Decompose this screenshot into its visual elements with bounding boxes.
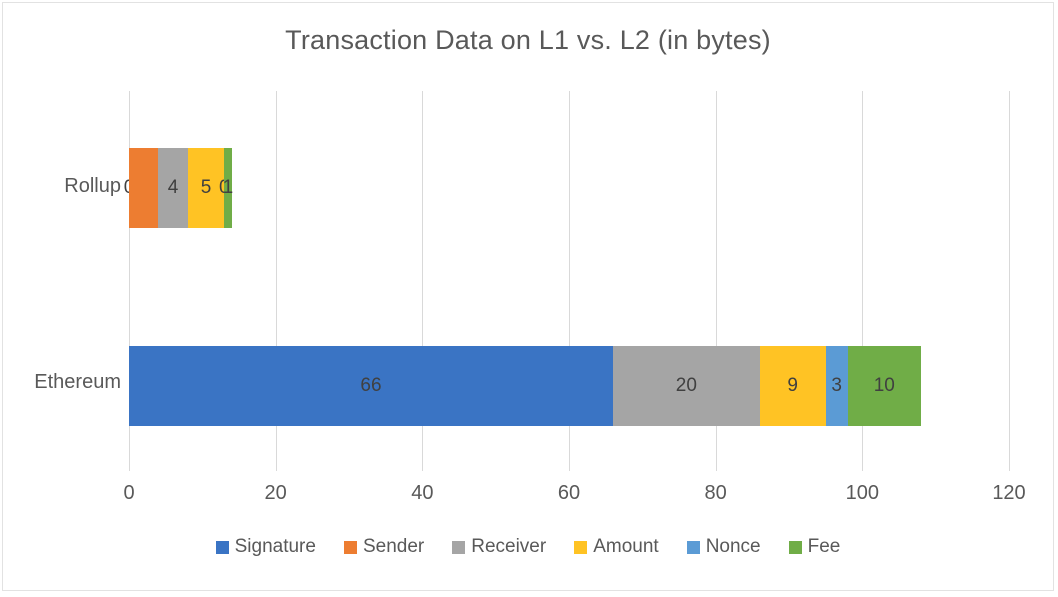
legend-swatch-icon	[343, 540, 357, 554]
bar-segment-amount[interactable]: 9	[759, 346, 826, 426]
category-label-rollup: Rollup	[64, 175, 121, 197]
bar-value-label: 1	[222, 177, 234, 198]
bar-value-label: 9	[787, 375, 798, 396]
bar-segment-nonce[interactable]: 3	[825, 346, 848, 426]
bar-value-label: 10	[873, 375, 895, 396]
legend-label: Amount	[593, 536, 659, 557]
legend-label: Fee	[807, 536, 841, 557]
bar-series-rollup[interactable]: 04501	[124, 148, 234, 228]
x-tick-label-60: 60	[557, 482, 581, 504]
bar-value-label: 66	[360, 375, 382, 396]
legend-item-signature[interactable]: Signature	[215, 536, 316, 558]
chart-container: Transaction Data on L1 vs. L2 (in bytes)…	[2, 2, 1054, 591]
x-tick-label-80: 80	[704, 482, 727, 504]
bar-segment-receiver[interactable]: 4	[158, 148, 188, 228]
bar-segment-receiver[interactable]: 20	[613, 346, 760, 426]
legend-label: Sender	[362, 536, 425, 557]
bar-segment-signature[interactable]: 66	[129, 346, 613, 426]
plot-area: 04501 66 20 9 3 10	[124, 91, 1010, 471]
category-label-ethereum: Ethereum	[34, 371, 121, 393]
legend-label: Signature	[234, 536, 316, 557]
bar-segment-fee[interactable]: 1	[222, 148, 234, 228]
gridline-120	[1009, 91, 1010, 471]
legend-label: Nonce	[705, 536, 761, 557]
legend-swatch-icon	[574, 540, 588, 554]
x-tick-label-20: 20	[264, 482, 287, 504]
x-tick-label-120: 120	[992, 482, 1026, 504]
bar-value-label: 4	[167, 177, 179, 198]
legend-item-fee[interactable]: Fee	[788, 536, 841, 558]
bar-value-label: 5	[200, 177, 212, 198]
chart-title: Transaction Data on L1 vs. L2 (in bytes)	[285, 25, 771, 55]
x-tick-label-0: 0	[123, 482, 135, 504]
x-tick-label-40: 40	[411, 482, 434, 504]
legend-swatch-icon	[452, 540, 466, 554]
bar-value-label: 20	[675, 375, 697, 396]
legend-item-nonce[interactable]: Nonce	[686, 536, 761, 558]
legend-label: Receiver	[471, 536, 547, 557]
legend-item-sender[interactable]: Sender	[343, 536, 425, 558]
x-tick-label-100: 100	[845, 482, 880, 504]
bar-segment-fee[interactable]: 10	[847, 346, 921, 426]
bar-series-ethereum[interactable]: 66 20 9 3 10	[129, 346, 921, 426]
legend-swatch-icon	[788, 540, 802, 554]
legend-item-amount[interactable]: Amount	[574, 536, 659, 558]
legend-swatch-icon	[686, 540, 700, 554]
bar-segment-sender[interactable]	[129, 148, 159, 228]
legend-item-receiver[interactable]: Receiver	[452, 536, 546, 558]
bar-value-label: 3	[831, 375, 842, 396]
chart-legend: Signature Sender Receiver Amount Nonce Fee	[3, 536, 1053, 558]
legend-swatch-icon	[215, 540, 229, 554]
